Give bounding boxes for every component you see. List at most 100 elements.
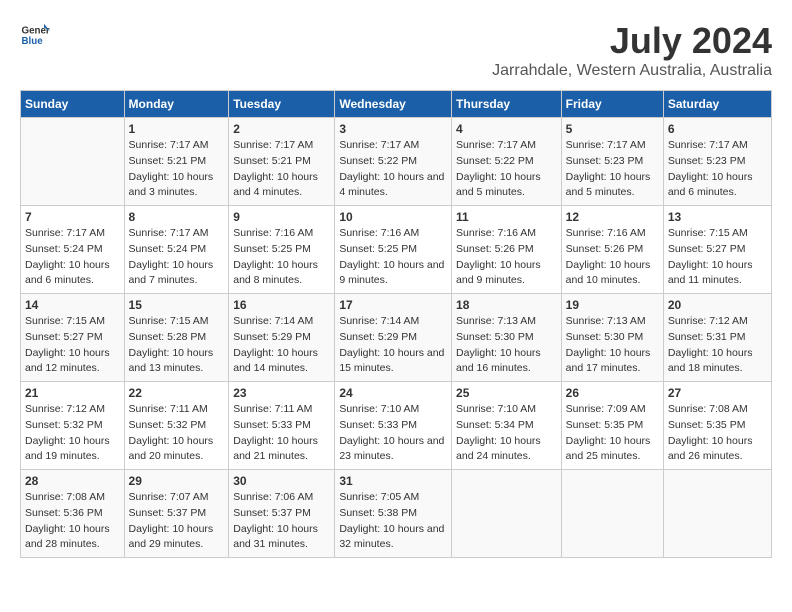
day-info: Sunrise: 7:17 AMSunset: 5:23 PMDaylight:…	[566, 138, 659, 201]
calendar-cell: 20Sunrise: 7:12 AMSunset: 5:31 PMDayligh…	[663, 294, 771, 382]
logo: General Blue	[20, 20, 50, 50]
day-number: 17	[339, 298, 447, 312]
col-header-monday: Monday	[124, 91, 229, 118]
day-info: Sunrise: 7:07 AMSunset: 5:37 PMDaylight:…	[129, 490, 225, 553]
day-info: Sunrise: 7:16 AMSunset: 5:25 PMDaylight:…	[233, 226, 330, 289]
calendar-cell: 26Sunrise: 7:09 AMSunset: 5:35 PMDayligh…	[561, 382, 663, 470]
day-number: 22	[129, 386, 225, 400]
week-row-3: 14 Sunrise: 7:15 AMSunset: 5:27 PMDayligh…	[21, 294, 772, 382]
subtitle: Jarrahdale, Western Australia, Australia	[492, 62, 772, 80]
day-info: Sunrise: 7:14 AMSunset: 5:29 PMDaylight:…	[233, 314, 330, 377]
day-info: Sunrise: 7:10 AMSunset: 5:33 PMDaylight:…	[339, 402, 447, 465]
calendar-cell: 14 Sunrise: 7:15 AMSunset: 5:27 PMDayligh…	[21, 294, 125, 382]
day-info: Sunrise: 7:15 AMSunset: 5:27 PMDaylight:…	[25, 314, 120, 377]
day-info: Sunrise: 7:15 AMSunset: 5:28 PMDaylight:…	[129, 314, 225, 377]
col-header-friday: Friday	[561, 91, 663, 118]
day-info: Sunrise: 7:06 AMSunset: 5:37 PMDaylight:…	[233, 490, 330, 553]
calendar-cell: 28 Sunrise: 7:08 AMSunset: 5:36 PMDayligh…	[21, 470, 125, 558]
day-info: Sunrise: 7:16 AMSunset: 5:26 PMDaylight:…	[566, 226, 659, 289]
day-info: Sunrise: 7:05 AMSunset: 5:38 PMDaylight:…	[339, 490, 447, 553]
week-row-1: 1 Sunrise: 7:17 AMSunset: 5:21 PMDaylight…	[21, 118, 772, 206]
calendar-cell	[561, 470, 663, 558]
day-number: 28	[25, 474, 120, 488]
calendar-cell: 17 Sunrise: 7:14 AMSunset: 5:29 PMDayligh…	[335, 294, 452, 382]
calendar-cell: 8Sunrise: 7:17 AMSunset: 5:24 PMDaylight…	[124, 206, 229, 294]
calendar-cell: 31 Sunrise: 7:05 AMSunset: 5:38 PMDayligh…	[335, 470, 452, 558]
calendar-cell: 2 Sunrise: 7:17 AMSunset: 5:21 PMDaylight…	[229, 118, 335, 206]
day-info: Sunrise: 7:17 AMSunset: 5:21 PMDaylight:…	[129, 138, 225, 201]
day-number: 6	[668, 122, 767, 136]
day-number: 1	[129, 122, 225, 136]
calendar-cell	[452, 470, 562, 558]
day-number: 26	[566, 386, 659, 400]
calendar-cell: 12 Sunrise: 7:16 AMSunset: 5:26 PMDayligh…	[561, 206, 663, 294]
day-info: Sunrise: 7:08 AMSunset: 5:35 PMDaylight:…	[668, 402, 767, 465]
day-info: Sunrise: 7:17 AMSunset: 5:24 PMDaylight:…	[25, 226, 120, 289]
calendar-table: SundayMondayTuesdayWednesdayThursdayFrid…	[20, 90, 772, 558]
day-info: Sunrise: 7:16 AMSunset: 5:25 PMDaylight:…	[339, 226, 447, 289]
day-info: Sunrise: 7:17 AMSunset: 5:22 PMDaylight:…	[339, 138, 447, 201]
calendar-cell	[21, 118, 125, 206]
calendar-cell: 9 Sunrise: 7:16 AMSunset: 5:25 PMDaylight…	[229, 206, 335, 294]
calendar-cell: 5 Sunrise: 7:17 AMSunset: 5:23 PMDaylight…	[561, 118, 663, 206]
day-number: 9	[233, 210, 330, 224]
page-header: General Blue July 2024 Jarrahdale, Weste…	[20, 20, 772, 80]
day-number: 31	[339, 474, 447, 488]
day-number: 14	[25, 298, 120, 312]
day-number: 20	[668, 298, 767, 312]
calendar-cell: 27 Sunrise: 7:08 AMSunset: 5:35 PMDayligh…	[663, 382, 771, 470]
header-row: SundayMondayTuesdayWednesdayThursdayFrid…	[21, 91, 772, 118]
calendar-cell: 4 Sunrise: 7:17 AMSunset: 5:22 PMDaylight…	[452, 118, 562, 206]
calendar-cell: 22 Sunrise: 7:11 AMSunset: 5:32 PMDayligh…	[124, 382, 229, 470]
day-number: 4	[456, 122, 557, 136]
day-info: Sunrise: 7:17 AMSunset: 5:23 PMDaylight:…	[668, 138, 767, 201]
day-number: 24	[339, 386, 447, 400]
day-info: Sunrise: 7:17 AMSunset: 5:21 PMDaylight:…	[233, 138, 330, 201]
day-number: 27	[668, 386, 767, 400]
svg-text:Blue: Blue	[22, 36, 44, 47]
calendar-cell: 7 Sunrise: 7:17 AMSunset: 5:24 PMDaylight…	[21, 206, 125, 294]
day-number: 13	[668, 210, 767, 224]
col-header-sunday: Sunday	[21, 91, 125, 118]
day-number: 21	[25, 386, 120, 400]
calendar-cell: 10Sunrise: 7:16 AMSunset: 5:25 PMDayligh…	[335, 206, 452, 294]
col-header-saturday: Saturday	[663, 91, 771, 118]
calendar-cell: 15 Sunrise: 7:15 AMSunset: 5:28 PMDayligh…	[124, 294, 229, 382]
calendar-cell: 18Sunrise: 7:13 AMSunset: 5:30 PMDayligh…	[452, 294, 562, 382]
calendar-cell: 24 Sunrise: 7:10 AMSunset: 5:33 PMDayligh…	[335, 382, 452, 470]
day-number: 5	[566, 122, 659, 136]
day-number: 18	[456, 298, 557, 312]
calendar-cell: 29 Sunrise: 7:07 AMSunset: 5:37 PMDayligh…	[124, 470, 229, 558]
calendar-cell: 3 Sunrise: 7:17 AMSunset: 5:22 PMDaylight…	[335, 118, 452, 206]
day-number: 12	[566, 210, 659, 224]
calendar-cell: 30 Sunrise: 7:06 AMSunset: 5:37 PMDayligh…	[229, 470, 335, 558]
calendar-cell: 23Sunrise: 7:11 AMSunset: 5:33 PMDayligh…	[229, 382, 335, 470]
calendar-cell: 13 Sunrise: 7:15 AMSunset: 5:27 PMDayligh…	[663, 206, 771, 294]
day-number: 29	[129, 474, 225, 488]
day-number: 3	[339, 122, 447, 136]
day-info: Sunrise: 7:16 AMSunset: 5:26 PMDaylight:…	[456, 226, 557, 289]
day-number: 19	[566, 298, 659, 312]
title-block: July 2024 Jarrahdale, Western Australia,…	[492, 20, 772, 80]
calendar-cell: 16Sunrise: 7:14 AMSunset: 5:29 PMDayligh…	[229, 294, 335, 382]
logo-icon: General Blue	[20, 20, 50, 50]
week-row-2: 7 Sunrise: 7:17 AMSunset: 5:24 PMDaylight…	[21, 206, 772, 294]
day-number: 15	[129, 298, 225, 312]
calendar-cell	[663, 470, 771, 558]
calendar-cell: 19 Sunrise: 7:13 AMSunset: 5:30 PMDayligh…	[561, 294, 663, 382]
day-info: Sunrise: 7:17 AMSunset: 5:22 PMDaylight:…	[456, 138, 557, 201]
day-number: 23	[233, 386, 330, 400]
day-number: 25	[456, 386, 557, 400]
day-info: Sunrise: 7:15 AMSunset: 5:27 PMDaylight:…	[668, 226, 767, 289]
calendar-cell: 6 Sunrise: 7:17 AMSunset: 5:23 PMDaylight…	[663, 118, 771, 206]
calendar-cell: 11Sunrise: 7:16 AMSunset: 5:26 PMDayligh…	[452, 206, 562, 294]
day-info: Sunrise: 7:14 AMSunset: 5:29 PMDaylight:…	[339, 314, 447, 377]
day-number: 7	[25, 210, 120, 224]
calendar-cell: 21Sunrise: 7:12 AMSunset: 5:32 PMDayligh…	[21, 382, 125, 470]
calendar-cell: 25Sunrise: 7:10 AMSunset: 5:34 PMDayligh…	[452, 382, 562, 470]
day-info: Sunrise: 7:08 AMSunset: 5:36 PMDaylight:…	[25, 490, 120, 553]
day-info: Sunrise: 7:11 AMSunset: 5:32 PMDaylight:…	[129, 402, 225, 465]
day-info: Sunrise: 7:13 AMSunset: 5:30 PMDaylight:…	[566, 314, 659, 377]
day-number: 2	[233, 122, 330, 136]
day-number: 30	[233, 474, 330, 488]
